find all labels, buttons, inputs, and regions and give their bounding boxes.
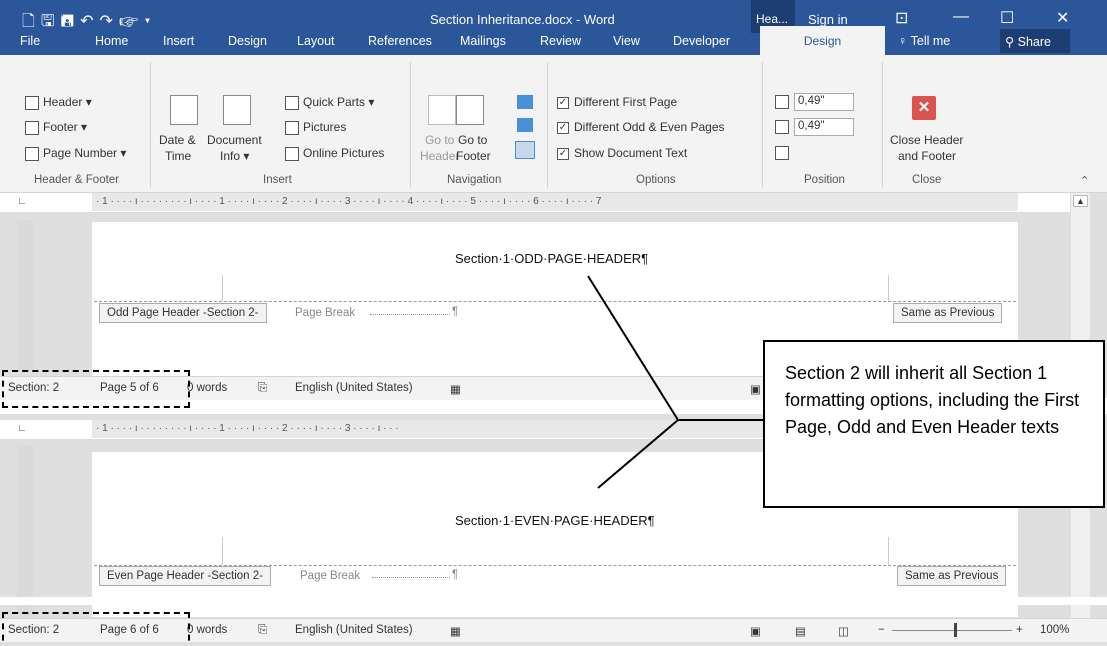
callout-line-odd [587,275,679,421]
annotation-callout: Section 2 will inherit all Section 1 for… [763,340,1105,508]
callout-lines [587,275,763,489]
callout-line-even [597,419,679,489]
